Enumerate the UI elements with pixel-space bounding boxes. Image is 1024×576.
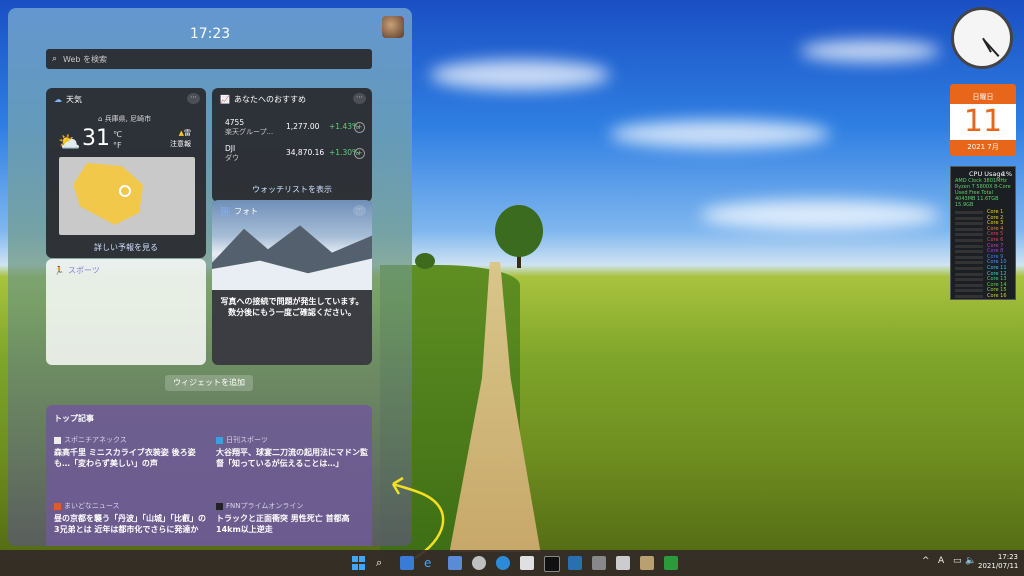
photos-widget[interactable]: 🖼 フォト ⋯ 写真への接続で問題が発生しています。数分後にもう一度ご確認くださ… xyxy=(212,200,372,365)
ime-indicator[interactable]: A xyxy=(938,556,944,566)
location-marker-icon xyxy=(119,185,131,197)
widgets-taskbar-icon[interactable] xyxy=(400,556,414,570)
sports-title: スポーツ xyxy=(67,266,100,275)
app-icon[interactable] xyxy=(520,556,534,570)
volume-icon[interactable]: 🔈 xyxy=(965,556,976,566)
widgets-panel: 17:23 ⌕ Web を検索 ☁ 天気 ⋯ ⌂ 兵庫県, 尼崎市 ⛅ 31 ℃… xyxy=(8,8,412,546)
weather-widget[interactable]: ☁ 天気 ⋯ ⌂ 兵庫県, 尼崎市 ⛅ 31 ℃ °F ▲雷 注意報 詳しい予報… xyxy=(46,88,206,258)
detailed-forecast-link[interactable]: 詳しい予報を見る xyxy=(46,242,206,253)
globe-icon[interactable] xyxy=(496,556,510,570)
search-icon: ⌕ xyxy=(52,54,58,64)
top-stories-title: トップ記事 xyxy=(54,414,94,423)
weather-title: 天気 xyxy=(66,95,82,104)
taskbar: ⌕ e ^ A ▭ 🔈 17:23 2021/07/11 xyxy=(0,550,1024,576)
cpu-usage-gadget[interactable]: CPU Usage 1% AMD Clock 3801MHz Ryzen 7 5… xyxy=(950,166,1016,300)
calendar-weekday: 日曜日 xyxy=(972,93,994,101)
view-watchlist-link[interactable]: ウォッチリストを表示 xyxy=(212,184,372,195)
more-options-icon[interactable]: ⋯ xyxy=(353,205,366,216)
start-button[interactable] xyxy=(352,556,366,570)
app-icon[interactable] xyxy=(568,556,582,570)
clock-gadget[interactable] xyxy=(951,7,1013,69)
stock-price: 1,277.00 xyxy=(286,122,320,131)
edge-browser-icon[interactable]: e xyxy=(424,556,438,570)
sports-icon: 🏃 xyxy=(54,266,64,275)
photo-icon: 🖼 xyxy=(220,207,231,216)
add-widget-button[interactable]: ウィジェットを追加 xyxy=(165,375,253,391)
top-stories-section: トップ記事 スポニチアネックス 森高千里 ミニスカライブ衣装姿 後ろ姿も…「変わ… xyxy=(46,405,372,546)
weather-map[interactable] xyxy=(59,157,195,235)
cpu-percent: 1% xyxy=(1001,170,1012,178)
news-story[interactable]: スポニチアネックス 森高千里 ミニスカライブ衣装姿 後ろ姿も…「変わらず美しい」… xyxy=(54,435,209,469)
weather-alert[interactable]: ▲雷 注意報 xyxy=(170,128,191,150)
app-icon[interactable] xyxy=(616,556,630,570)
app-icon[interactable] xyxy=(640,556,654,570)
search-placeholder: Web を検索 xyxy=(63,54,108,64)
stock-row[interactable]: DJI ダウ xyxy=(225,144,239,163)
unit-celsius[interactable]: ℃ xyxy=(113,129,122,140)
publisher-icon xyxy=(216,436,223,444)
terminal-icon[interactable] xyxy=(544,556,560,572)
more-options-icon[interactable]: ⋯ xyxy=(353,93,366,104)
cpu-title: CPU Usage xyxy=(969,170,1005,178)
network-icon[interactable]: ▭ xyxy=(953,556,962,566)
publisher-icon xyxy=(54,436,61,444)
tree xyxy=(495,205,543,257)
chart-icon: 📈 xyxy=(220,95,230,104)
home-icon: ⌂ xyxy=(98,115,103,123)
weather-location: 兵庫県, 尼崎市 xyxy=(104,115,152,123)
panel-time: 17:23 xyxy=(189,26,231,42)
taskbar-clock[interactable]: 17:23 2021/07/11 xyxy=(978,553,1018,571)
news-story[interactable]: まいどなニュース 昼の京都を襲う「丹波」「山城」「比叡」の3兄弟とは 近年は都市… xyxy=(54,501,209,535)
partly-cloudy-icon: ⛅ xyxy=(58,132,81,153)
add-stock-icon[interactable]: + xyxy=(354,122,365,133)
photo-title: フォト xyxy=(234,207,259,216)
stocks-title: あなたへのおすすめ xyxy=(233,95,306,104)
calendar-month: 2021 7月 xyxy=(967,143,999,151)
news-story[interactable]: 日刊スポーツ 大谷翔平、球宴二刀流の起用法にマドン監督「知っているが伝えることは… xyxy=(216,435,371,469)
photo-error-message: 写真への接続で問題が発生しています。数分後にもう一度ご確認ください。 xyxy=(220,297,364,317)
news-story[interactable]: FNNプライムオンライン トラックと正面衝突 男性死亡 首都高14km以上逆走 xyxy=(216,501,371,535)
weather-temperature: 31 xyxy=(82,126,110,151)
publisher-icon xyxy=(54,502,61,510)
tray-chevron-icon[interactable]: ^ xyxy=(922,556,930,566)
app-icon[interactable] xyxy=(448,556,462,570)
stocks-widget[interactable]: 📈 あなたへのおすすめ ⋯ 4755 楽天グループ... 1,277.00 +1… xyxy=(212,88,372,202)
app-icon[interactable] xyxy=(592,556,606,570)
add-stock-icon[interactable]: + xyxy=(354,148,365,159)
publisher-icon xyxy=(216,502,223,510)
unit-fahrenheit[interactable]: °F xyxy=(113,140,122,151)
profile-avatar[interactable] xyxy=(382,16,404,38)
cpu-core-row: Core 16 xyxy=(955,293,1013,299)
app-icon[interactable] xyxy=(472,556,486,570)
calendar-gadget[interactable]: 日曜日 11 2021 7月 xyxy=(950,84,1016,156)
search-icon[interactable]: ⌕ xyxy=(376,556,390,570)
sports-widget[interactable]: 🏃 スポーツ xyxy=(46,259,206,365)
annotation-arrow xyxy=(391,476,445,560)
web-search-box[interactable]: ⌕ Web を検索 xyxy=(46,49,372,69)
stock-price: 34,870.16 xyxy=(286,148,325,157)
weather-icon: ☁ xyxy=(54,95,62,104)
calendar-day: 11 xyxy=(950,104,1016,140)
stock-row[interactable]: 4755 楽天グループ... xyxy=(225,118,273,137)
app-icon[interactable] xyxy=(664,556,678,570)
more-options-icon[interactable]: ⋯ xyxy=(187,93,200,104)
